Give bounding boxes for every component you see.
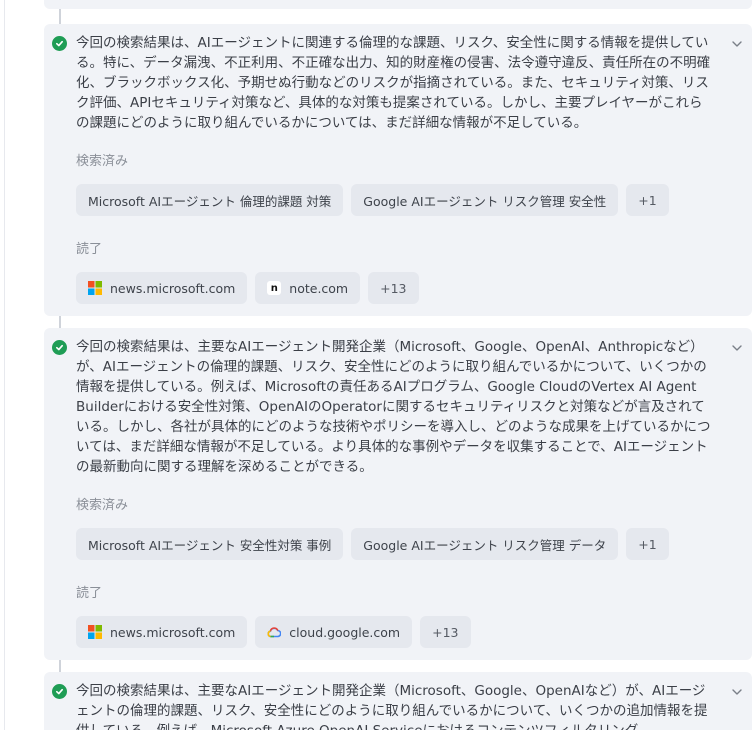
source-chip[interactable]: n note.com: [255, 272, 361, 304]
chevron-down-icon[interactable]: [730, 36, 744, 50]
microsoft-logo-icon: [88, 281, 102, 295]
more-queries-chip[interactable]: +1: [626, 184, 669, 216]
source-chips: news.microsoft.com n note.com +13: [76, 272, 419, 304]
check-circle-icon: [52, 340, 67, 355]
result-summary-text: 今回の検索結果は、主要なAIエージェント開発企業（Microsoft、Googl…: [76, 339, 711, 475]
source-chips: news.microsoft.com cloud.google.com +13: [76, 616, 471, 648]
note-logo-icon: n: [267, 281, 282, 295]
chevron-down-icon[interactable]: [730, 684, 744, 698]
check-circle-icon: [52, 684, 67, 699]
read-label: 読了: [76, 586, 103, 601]
search-result-card: 今回の検索結果は、主要なAIエージェント開発企業（Microsoft、Googl…: [44, 672, 752, 730]
source-domain: cloud.google.com: [289, 624, 401, 640]
previous-result-card-edge: [44, 0, 752, 9]
source-domain: news.microsoft.com: [110, 624, 236, 640]
search-query-chips: Microsoft AIエージェント 倫理的課題 対策 Google AIエージ…: [76, 184, 669, 216]
search-query-chip[interactable]: Microsoft AIエージェント 安全性対策 事例: [76, 528, 344, 560]
more-queries-chip[interactable]: +1: [626, 528, 669, 560]
source-domain: news.microsoft.com: [110, 280, 236, 296]
check-circle-icon: [52, 36, 67, 51]
more-sources-chip[interactable]: +13: [420, 616, 471, 648]
chevron-down-icon[interactable]: [730, 340, 744, 354]
searched-label: 検索済み: [76, 154, 129, 169]
panel-left-border: [4, 0, 5, 730]
search-query-chip[interactable]: Google AIエージェント リスク管理 安全性: [351, 184, 619, 216]
google-cloud-logo-icon: [267, 627, 282, 638]
result-summary-text: 今回の検索結果は、AIエージェントに関連する倫理的な課題、リスク、安全性に関する…: [76, 35, 711, 131]
microsoft-logo-icon: [88, 625, 102, 639]
result-summary-text: 今回の検索結果は、主要なAIエージェント開発企業（Microsoft、Googl…: [76, 683, 708, 730]
source-chip[interactable]: news.microsoft.com: [76, 616, 248, 648]
search-query-chip[interactable]: Google AIエージェント リスク管理 データ: [351, 528, 619, 560]
source-chip[interactable]: cloud.google.com: [255, 616, 413, 648]
research-steps-panel: 今回の検索結果は、AIエージェントに関連する倫理的な課題、リスク、安全性に関する…: [0, 0, 753, 730]
search-query-chip[interactable]: Microsoft AIエージェント 倫理的課題 対策: [76, 184, 344, 216]
more-sources-chip[interactable]: +13: [368, 272, 419, 304]
search-result-card: 今回の検索結果は、AIエージェントに関連する倫理的な課題、リスク、安全性に関する…: [44, 24, 752, 316]
source-chip[interactable]: news.microsoft.com: [76, 272, 248, 304]
source-domain: note.com: [289, 280, 349, 296]
search-result-card: 今回の検索結果は、主要なAIエージェント開発企業（Microsoft、Googl…: [44, 328, 752, 660]
read-label: 読了: [76, 242, 103, 257]
search-query-chips: Microsoft AIエージェント 安全性対策 事例 Google AIエージ…: [76, 528, 669, 560]
searched-label: 検索済み: [76, 498, 129, 513]
